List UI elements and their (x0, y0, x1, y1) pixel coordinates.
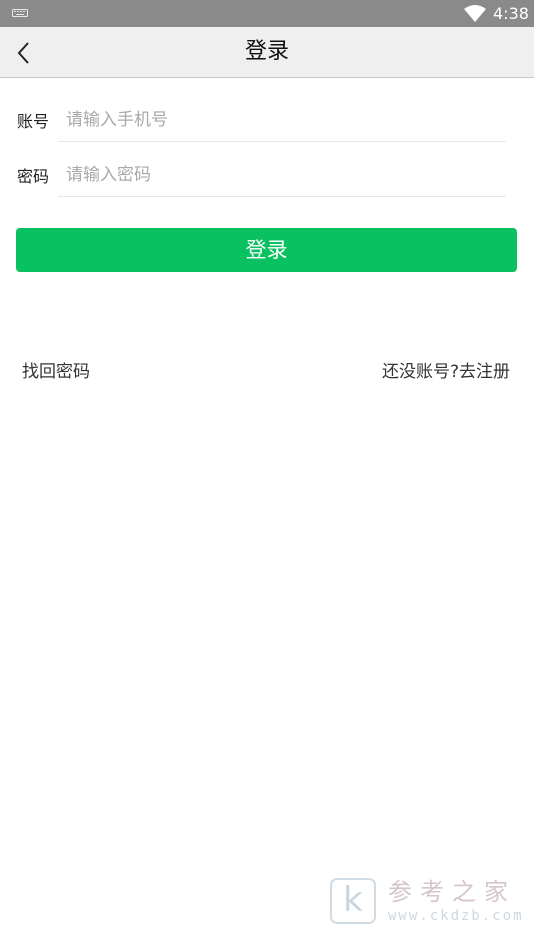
keyboard-icon (12, 9, 28, 17)
register-link[interactable]: 还没账号?去注册 (382, 361, 510, 383)
password-label: 密码 (17, 167, 50, 186)
account-row: 账号 (0, 98, 534, 148)
watermark-url: www.ckdzb.com (388, 908, 524, 924)
password-row: 密码 (0, 153, 534, 203)
recover-password-link[interactable]: 找回密码 (22, 361, 90, 383)
watermark: k 参考之家 www.ckdzb.com (330, 878, 530, 928)
account-input[interactable] (58, 98, 506, 142)
status-bar: 4:38 (0, 0, 534, 27)
password-input[interactable] (58, 153, 506, 197)
login-button[interactable]: 登录 (16, 228, 517, 272)
wifi-icon (464, 5, 486, 22)
watermark-logo: k (330, 878, 376, 924)
app-bar: 登录 (0, 27, 534, 78)
account-label: 账号 (17, 112, 50, 131)
watermark-title: 参考之家 (388, 878, 516, 906)
status-time: 4:38 (493, 4, 529, 23)
page-title: 登录 (244, 39, 289, 64)
login-screen: 4:38 登录 账号 密码 登录 找回密码 还没账号?去注册 k 参考之家 ww… (0, 0, 534, 949)
